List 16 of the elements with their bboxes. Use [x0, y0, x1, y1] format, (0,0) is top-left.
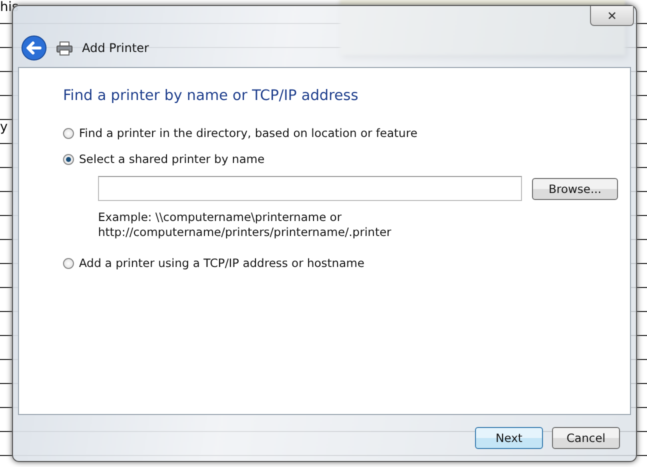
- cancel-button[interactable]: Cancel: [552, 427, 620, 449]
- browse-button[interactable]: Browse...: [532, 178, 618, 200]
- back-icon[interactable]: [21, 35, 47, 61]
- window-title: Add Printer: [82, 41, 149, 55]
- page-heading: Find a printer by name or TCP/IP address: [63, 88, 360, 104]
- close-button[interactable]: ✕: [590, 6, 634, 26]
- radio-option[interactable]: Find a printer in the directory, based on location or feature: [63, 126, 630, 140]
- next-button[interactable]: Next: [475, 427, 543, 449]
- radio-button[interactable]: [63, 128, 74, 138]
- example-text: Example: \\computername\printername or http://computername/printers/printername/.printer: [98, 210, 392, 240]
- radio-option[interactable]: Select a shared printer by name: [63, 152, 630, 166]
- radio-button[interactable]: [63, 154, 74, 164]
- radio-button[interactable]: [63, 258, 74, 268]
- printer-name-field[interactable]: [98, 176, 522, 201]
- radio-option[interactable]: Add a printer using a TCP/IP address or hostname: [63, 256, 630, 270]
- printer-icon: [56, 40, 73, 56]
